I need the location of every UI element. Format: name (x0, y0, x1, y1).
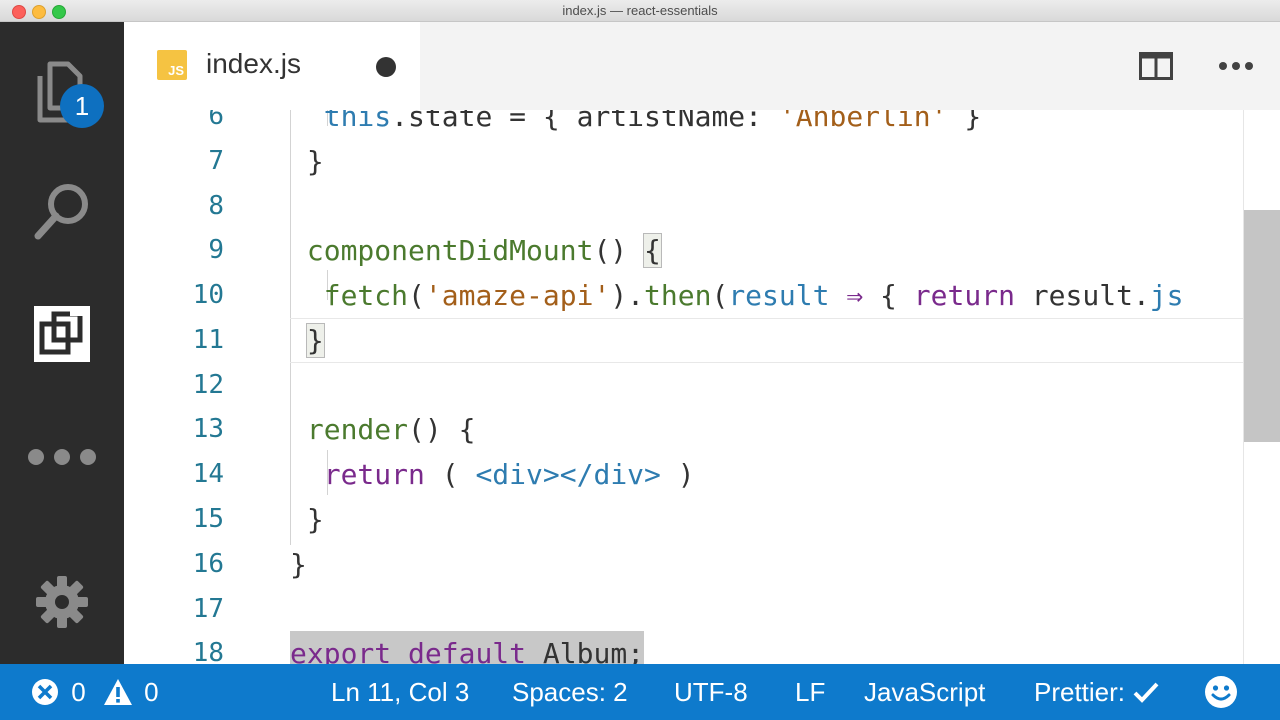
more-actions-button[interactable] (1218, 56, 1254, 76)
extensions-icon (34, 306, 90, 362)
ellipsis-icon (1219, 62, 1253, 70)
line-number: 17 (192, 594, 224, 624)
line-number: 15 (192, 504, 224, 534)
code-text-selected: export default Album; (290, 631, 645, 664)
cursor-position[interactable]: Ln 11, Col 3 (331, 664, 469, 720)
code-text: this.state = { artistName: 'Anberlin' } (323, 110, 982, 133)
line-number: 12 (192, 370, 224, 400)
error-count: 0 (71, 677, 86, 707)
code-text: } (290, 548, 307, 581)
title-bar: index.js — react-essentials (0, 0, 1280, 22)
problems-indicator[interactable]: 0 0 (30, 664, 159, 720)
unsaved-dot-icon[interactable] (376, 57, 396, 77)
editor-scrollbar-thumb[interactable] (1244, 210, 1280, 442)
code-editor[interactable]: 6 this.state = { artistName: 'Anberlin' … (124, 110, 1280, 664)
tab-bar: JS index.js (124, 22, 1280, 110)
code-text: } (290, 503, 324, 536)
code-line: 16 } (124, 542, 1244, 587)
tab-index-js[interactable]: JS index.js (124, 22, 420, 110)
prettier-label: Prettier: (1034, 677, 1126, 707)
window-title: index.js — react-essentials (562, 3, 718, 18)
end-of-line-setting[interactable]: LF (795, 664, 825, 720)
status-bar: 0 0 Ln 11, Col 3 Spaces: 2 UTF-8 LF Java… (0, 664, 1280, 720)
explorer-badge: 1 (60, 84, 104, 128)
js-icon-text: JS (168, 63, 184, 78)
code-line-current: 11 } (124, 318, 1244, 363)
line-number: 18 (192, 638, 224, 664)
code-line: 14 return ( <div></div> ) (124, 452, 1244, 497)
smiley-icon (1205, 676, 1237, 709)
explorer-button[interactable] (0, 52, 124, 132)
more-views-button[interactable] (0, 422, 124, 492)
indentation-setting[interactable]: Spaces: 2 (512, 664, 628, 720)
code-text: componentDidMount() { (306, 233, 662, 268)
code-text: } (305, 323, 325, 358)
line-number: 10 (192, 280, 224, 310)
tab-label: index.js (206, 48, 301, 79)
code-line: 13 render() { (124, 407, 1244, 452)
split-editor-button[interactable] (1139, 52, 1173, 80)
code-text: } (290, 145, 324, 178)
feedback-button[interactable] (1204, 664, 1238, 720)
checkmark-icon (1133, 682, 1159, 703)
code-text: render() { (306, 413, 476, 446)
gear-icon (36, 576, 88, 628)
code-line: 10 fetch('amaze-api').then(result ⇒ { re… (124, 273, 1244, 318)
line-number: 8 (208, 191, 224, 221)
search-button[interactable] (0, 172, 124, 252)
extensions-button[interactable] (0, 294, 124, 374)
line-number: 13 (192, 414, 224, 444)
search-icon (34, 184, 88, 240)
line-number: 9 (208, 235, 224, 265)
code-text: return ( <div></div> ) (323, 458, 695, 491)
code-line: 6 this.state = { artistName: 'Anberlin' … (124, 110, 1244, 139)
line-number: 6 (208, 110, 224, 131)
line-number: 11 (192, 325, 224, 355)
warning-icon (103, 679, 132, 706)
split-editor-icon (1139, 52, 1173, 80)
code-line: 12 (124, 363, 1244, 408)
code-line: 18 export default Album; (124, 631, 1244, 664)
activity-bar: 1 (0, 22, 124, 664)
line-number: 7 (208, 146, 224, 176)
code-line: 17 (124, 587, 1244, 632)
error-icon (32, 679, 58, 706)
current-line-highlight (290, 318, 1244, 363)
language-mode[interactable]: JavaScript (864, 664, 985, 720)
warning-count: 0 (144, 677, 159, 707)
code-text: fetch('amaze-api').then(result ⇒ { retur… (323, 279, 1184, 312)
ellipsis-icon (28, 449, 96, 465)
line-number: 16 (192, 549, 224, 579)
encoding-setting[interactable]: UTF-8 (674, 664, 748, 720)
settings-button[interactable] (0, 562, 124, 642)
code-line: 9 componentDidMount() { (124, 228, 1244, 273)
line-number: 14 (192, 459, 224, 489)
code-line: 8 (124, 184, 1244, 229)
code-line: 7 } (124, 139, 1244, 184)
prettier-status[interactable]: Prettier: (1034, 664, 1160, 720)
code-line: 15 } (124, 497, 1244, 542)
javascript-file-icon: JS (157, 50, 187, 80)
